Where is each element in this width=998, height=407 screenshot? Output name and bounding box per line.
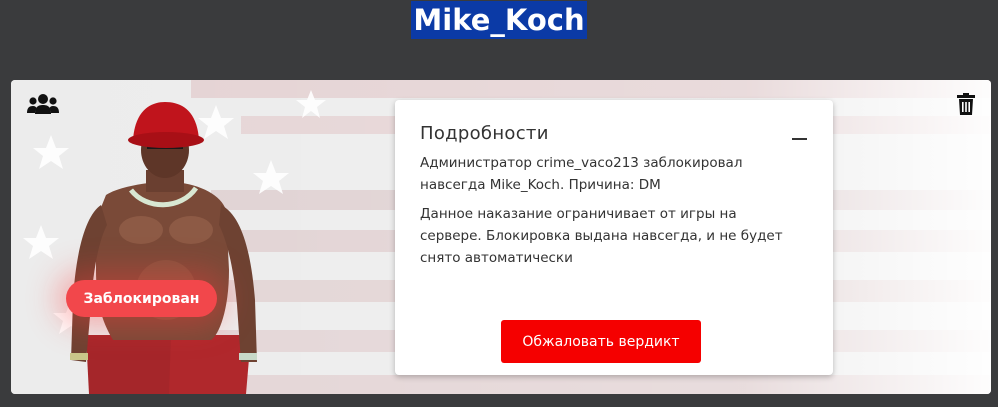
details-title: Подробности <box>420 123 549 144</box>
status-badge: Заблокирован <box>66 280 217 317</box>
appeal-verdict-button[interactable]: Обжаловать вердикт <box>501 320 701 363</box>
ban-message: Администратор crime_vaco213 заблокировал… <box>420 155 743 193</box>
collapse-button[interactable] <box>792 138 807 140</box>
details-panel: Подробности Администратор crime_vaco213 … <box>395 100 833 375</box>
ban-description: Данное наказание ограничивает от игры на… <box>420 206 783 266</box>
ban-card: Заблокирован Подробности Администратор c… <box>11 80 991 394</box>
character-skin-image <box>70 102 257 394</box>
player-name-title: Mike_Koch <box>411 1 587 39</box>
header: Mike_Koch <box>0 0 998 39</box>
trash-icon[interactable] <box>957 93 975 115</box>
